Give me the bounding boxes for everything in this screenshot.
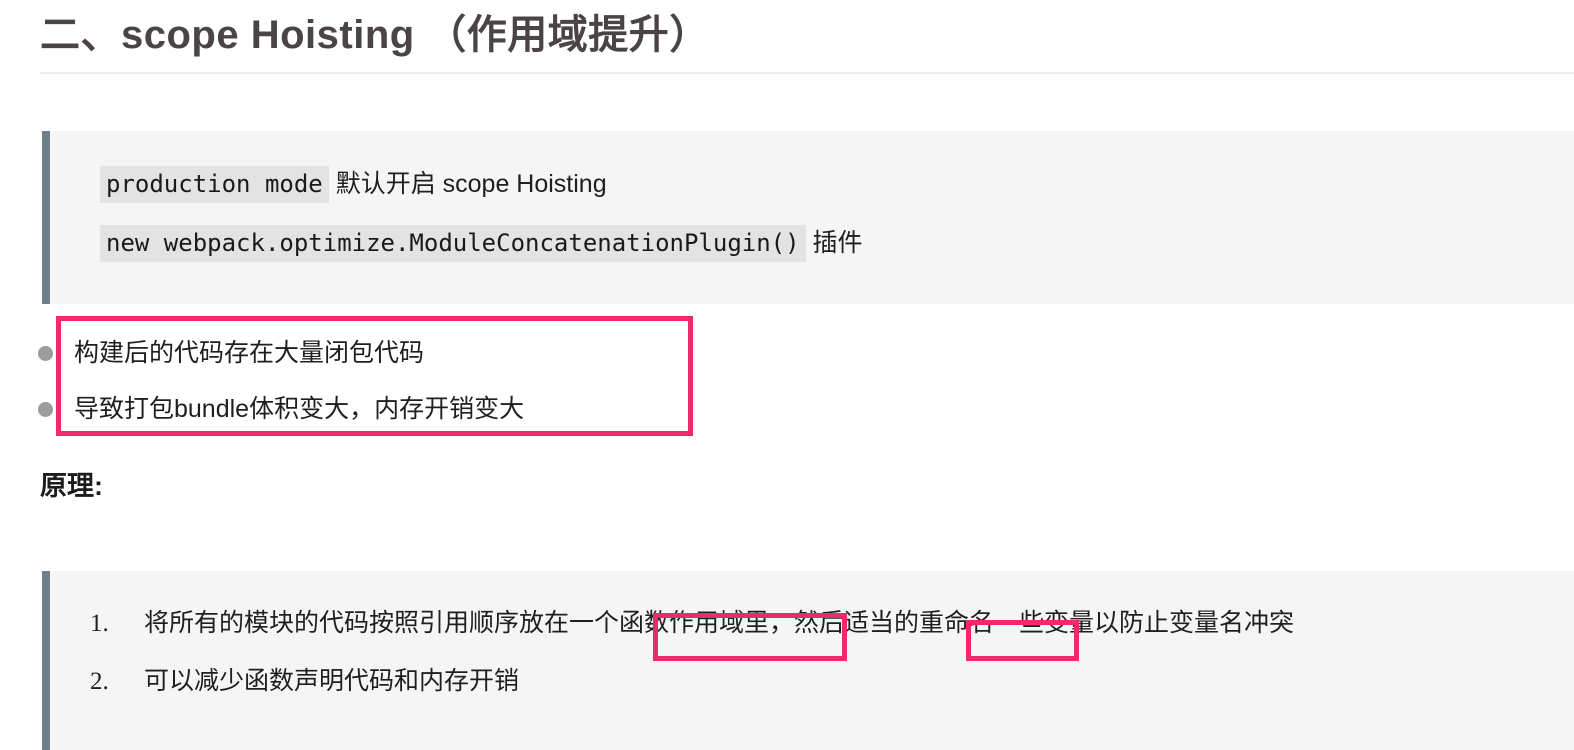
quote-line-2-text: 插件	[805, 229, 863, 257]
quote-line-2: new webpack.optimize.ModuleConcatenation…	[100, 225, 863, 262]
list-item-label: 构建后的代码存在大量闭包代码	[74, 339, 425, 367]
bullet-list: 构建后的代码存在大量闭包代码 导致打包bundle体积变大，内存开销变大	[38, 330, 738, 442]
list-item: 导致打包bundle体积变大，内存开销变大	[38, 386, 738, 442]
bullet-dot-icon	[38, 346, 53, 361]
blockquote-production-mode: production mode 默认开启 scope Hoisting new …	[42, 131, 1574, 304]
ordered-list-item: 1. 将所有的模块的代码按照引用顺序放在一个函数作用域里，然后适当的重命名一些变量…	[90, 603, 1294, 661]
ordered-list-item-number: 2.	[90, 668, 109, 695]
list-item: 构建后的代码存在大量闭包代码	[38, 330, 738, 386]
quote-line-1: production mode 默认开启 scope Hoisting	[100, 166, 607, 203]
ordered-list-item: 2. 可以减少函数声明代码和内存开销	[90, 661, 1294, 719]
title-divider	[40, 72, 1574, 74]
ordered-list-item-label: 可以减少函数声明代码和内存开销	[144, 667, 520, 695]
inline-code-production-mode: production mode	[100, 166, 329, 203]
section-heading-principle: 原理:	[40, 471, 103, 501]
ordered-list: 1. 将所有的模块的代码按照引用顺序放在一个函数作用域里，然后适当的重命名一些变量…	[90, 603, 1294, 719]
ordered-list-item-label: 将所有的模块的代码按照引用顺序放在一个函数作用域里，然后适当的重命名一些变量以防…	[144, 609, 1295, 637]
list-item-label: 导致打包bundle体积变大，内存开销变大	[74, 395, 525, 423]
page-title: 二、scope Hoisting （作用域提升）	[40, 13, 710, 57]
bullet-dot-icon	[38, 402, 53, 417]
ordered-list-item-number: 1.	[90, 610, 109, 637]
blockquote-principle: 1. 将所有的模块的代码按照引用顺序放在一个函数作用域里，然后适当的重命名一些变量…	[42, 571, 1574, 750]
inline-code-module-concatenation-plugin: new webpack.optimize.ModuleConcatenation…	[100, 225, 806, 262]
quote-line-1-text: 默认开启 scope Hoisting	[328, 170, 607, 198]
